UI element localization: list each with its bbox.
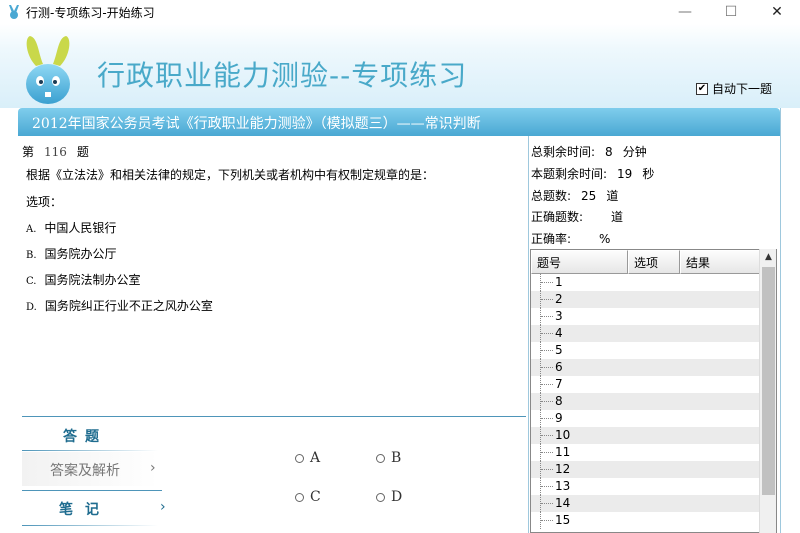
rabbit-logo-icon: [26, 36, 70, 104]
column-header-result[interactable]: 结果: [680, 250, 760, 274]
total-time-stat: 总剩余时间: 8 分钟: [531, 145, 647, 159]
choice-c: C. 国务院法制办公室: [26, 273, 141, 287]
exam-title: 2012年国家公务员考试《行政职业能力测验》（模拟题三）——常识判断: [32, 116, 481, 132]
answer-option-a[interactable]: A: [295, 450, 320, 466]
app-header: 行政职业能力测验--专项练习 ✔ 自动下一题: [0, 24, 800, 108]
app-title: 行政职业能力测验--专项练习: [97, 59, 468, 92]
tab-analysis-label: 答案及解析: [50, 463, 120, 479]
radio-button[interactable]: [376, 453, 385, 463]
answer-option-b[interactable]: B: [376, 450, 401, 466]
column-header-number[interactable]: 题号: [531, 250, 628, 274]
table-row[interactable]: 5: [531, 342, 760, 359]
answer-option-d[interactable]: D: [376, 489, 402, 505]
question-area: 第 116 题 根据《立法法》和相关法律的规定，下列机关或者机构中有权制定规章的是：…: [18, 136, 528, 416]
table-row[interactable]: 1: [531, 274, 760, 291]
auto-next-checkbox[interactable]: ✔: [696, 82, 708, 95]
table-row[interactable]: 13: [531, 478, 760, 495]
table-row[interactable]: 7: [531, 376, 760, 393]
choice-d: D. 国务院纠正行业不正之风办公室: [26, 299, 213, 313]
auto-next-label: 自动下一题: [712, 82, 773, 96]
radio-button[interactable]: [295, 453, 304, 463]
tab-notes-label: 笔记: [59, 502, 111, 518]
tab-answer-label: 答题: [63, 429, 107, 445]
radio-button[interactable]: [295, 492, 304, 502]
scroll-up-arrow-icon[interactable]: ▲: [760, 249, 777, 266]
tab-divider: [22, 525, 158, 526]
auto-next-toggle[interactable]: ✔ 自动下一题: [696, 80, 772, 97]
question-text: 根据《立法法》和相关法律的规定，下列机关或者机构中有权制定规章的是：: [26, 168, 435, 182]
column-header-option[interactable]: 选项: [628, 250, 680, 274]
correct-count-stat: 正确题数: 道: [531, 210, 624, 224]
table-row[interactable]: 8: [531, 393, 760, 410]
grid-header: 题号 选项 结果: [531, 250, 760, 274]
choice-a: A. 中国人民银行: [26, 221, 117, 235]
answer-option-c[interactable]: C: [295, 489, 321, 505]
exam-banner: 2012年国家公务员考试《行政职业能力测验》（模拟题三）——常识判断: [18, 108, 780, 136]
table-row[interactable]: 10: [531, 427, 760, 444]
maximize-button[interactable]: ☐: [708, 0, 754, 24]
table-row[interactable]: 2: [531, 291, 760, 308]
chevron-right-icon: ›: [160, 499, 166, 515]
app-rabbit-icon: [9, 5, 19, 19]
table-row[interactable]: 12: [531, 461, 760, 478]
table-row[interactable]: 6: [531, 359, 760, 376]
tab-answer[interactable]: 答题: [22, 418, 158, 452]
options-label: 选项：: [26, 195, 63, 209]
table-row[interactable]: 9: [531, 410, 760, 427]
table-row[interactable]: 4: [531, 325, 760, 342]
frame-edge: [780, 108, 781, 533]
scroll-thumb[interactable]: [762, 267, 775, 495]
title-bar: 行测-专项练习-开始练习 — ☐ ✕: [0, 0, 800, 24]
window-title: 行测-专项练习-开始练习: [26, 6, 155, 20]
table-row[interactable]: 3: [531, 308, 760, 325]
table-row[interactable]: 14: [531, 495, 760, 512]
total-questions-stat: 总题数: 25 道: [531, 189, 619, 203]
grid-rows: 1 2 3 4 5 6 7 8 9 10 11 12 13 14 15: [531, 274, 760, 529]
minimize-button[interactable]: —: [662, 0, 708, 24]
table-row[interactable]: 15: [531, 512, 760, 529]
close-button[interactable]: ✕: [754, 0, 800, 24]
tab-analysis[interactable]: 答案及解析 ›: [22, 452, 158, 486]
tab-divider: [22, 450, 158, 451]
grid-scrollbar[interactable]: ▲: [759, 249, 776, 533]
tab-notes[interactable]: 笔记 ›: [22, 490, 166, 524]
question-number: 第 116 题: [22, 145, 89, 159]
section-divider: [22, 416, 526, 417]
correct-rate-stat: 正确率:%: [531, 232, 611, 246]
question-time-stat: 本题剩余时间: 19 秒: [531, 167, 655, 181]
chevron-right-icon: ›: [150, 460, 156, 476]
table-row[interactable]: 11: [531, 444, 760, 461]
radio-button[interactable]: [376, 492, 385, 502]
answer-grid[interactable]: 题号 选项 结果 1 2 3 4 5 6 7 8 9 10 11 12 13 1…: [530, 249, 777, 533]
choice-b: B. 国务院办公厅: [26, 247, 117, 261]
